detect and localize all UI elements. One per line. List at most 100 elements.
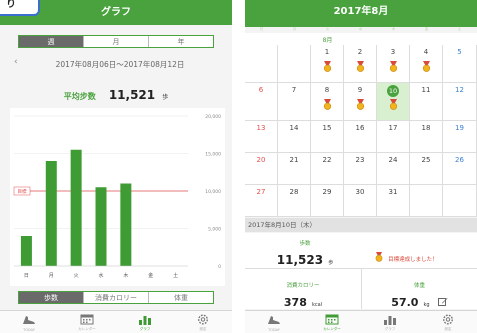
day-number: 29 bbox=[322, 188, 332, 196]
calendar-day-4[interactable]: 4 bbox=[410, 45, 443, 83]
calendar-grid: 1 2 3 4 5 6 7 8 9 10 11 12 13 14 15 16 17 18 19 20 21 22 23 24 2… bbox=[245, 45, 477, 217]
day-number: 22 bbox=[322, 156, 332, 164]
tabbar-settings[interactable]: 設定 bbox=[419, 311, 477, 333]
calendar-day-20[interactable]: 20 bbox=[245, 153, 278, 185]
steps-panel: 歩数 11,523 歩 目標達成しました！ bbox=[245, 233, 477, 269]
calendar-day-22[interactable]: 22 bbox=[311, 153, 344, 185]
date-range: 2017年08月06日～2017年08月12日 bbox=[55, 60, 185, 69]
calendar-day-18[interactable]: 18 bbox=[410, 121, 443, 153]
calendar-day-1[interactable]: 1 bbox=[311, 45, 344, 83]
day-number: 23 bbox=[355, 156, 365, 164]
calorie-reading: 378 kcal bbox=[245, 291, 361, 310]
x-tick-label: 金 bbox=[148, 272, 153, 279]
calendar-day-21[interactable]: 21 bbox=[278, 153, 311, 185]
calendar-day-6[interactable]: 6 bbox=[245, 83, 278, 121]
bar bbox=[70, 149, 82, 266]
tab-week[interactable]: 週 bbox=[19, 36, 83, 47]
weekday-sun: 日 bbox=[259, 27, 264, 31]
x-tick-label: 月 bbox=[49, 273, 54, 279]
calendar-empty-cell bbox=[443, 185, 477, 217]
tabbar-graph-label: グラフ bbox=[139, 327, 151, 331]
edit-icon[interactable] bbox=[437, 297, 448, 306]
day-number: 13 bbox=[256, 124, 266, 132]
tabbar-calendar[interactable]: カレンダー bbox=[58, 311, 116, 333]
tabbar-graph[interactable]: グラフ bbox=[116, 311, 174, 333]
weight-unit: kg bbox=[423, 302, 430, 308]
calendar-day-23[interactable]: 23 bbox=[344, 153, 377, 185]
calendar-day-25[interactable]: 25 bbox=[410, 153, 443, 185]
day-number: 1 bbox=[324, 48, 330, 56]
tabbar-settings-label: 設定 bbox=[444, 327, 452, 331]
calendar-icon bbox=[325, 314, 339, 325]
selected-day-marker: 10 bbox=[387, 85, 399, 97]
day-number: 24 bbox=[388, 156, 398, 164]
medal-icon bbox=[389, 61, 398, 72]
tabbar-calendar-label: カレンダー bbox=[323, 327, 341, 331]
tabbar-today[interactable]: TODAY bbox=[0, 311, 58, 333]
day-number: 25 bbox=[421, 156, 431, 164]
calendar-day-26[interactable]: 26 bbox=[443, 153, 477, 185]
calendar-day-3[interactable]: 3 bbox=[377, 45, 410, 83]
weight-value: 57.0 bbox=[391, 296, 419, 309]
bottom-tabbar-calendar: TODAY カレンダー グラフ 設定 bbox=[245, 310, 477, 333]
calendar-day-10[interactable]: 10 bbox=[377, 83, 410, 121]
calendar-day-12[interactable]: 12 bbox=[443, 83, 477, 121]
calendar-day-16[interactable]: 16 bbox=[344, 121, 377, 153]
calendar-day-31[interactable]: 31 bbox=[377, 185, 410, 217]
weight-panel: 体重 57.0 kg bbox=[362, 269, 477, 309]
prev-period-button[interactable]: ‹ bbox=[14, 57, 18, 67]
x-tick-label: 木 bbox=[123, 272, 128, 279]
calendar-day-29[interactable]: 29 bbox=[311, 185, 344, 217]
corner-badge: り bbox=[0, 0, 40, 16]
period-segmented-control: 週 月 年 bbox=[18, 35, 214, 48]
average-steps-label: 平均步数 bbox=[63, 92, 96, 101]
calendar-day-17[interactable]: 17 bbox=[377, 121, 410, 153]
calendar-icon bbox=[80, 314, 94, 325]
x-tick-label: 日 bbox=[24, 273, 29, 279]
average-steps-value: 11,521 bbox=[108, 88, 156, 102]
bar bbox=[20, 236, 32, 266]
selected-date-label: 2017年8月10日（木） bbox=[245, 218, 477, 232]
weekday-fri: 金 bbox=[424, 27, 429, 31]
calendar-day-19[interactable]: 19 bbox=[443, 121, 477, 153]
calendar-day-14[interactable]: 14 bbox=[278, 121, 311, 153]
day-number: 19 bbox=[455, 124, 464, 132]
tabbar-settings[interactable]: 設定 bbox=[174, 311, 232, 333]
tab-calories[interactable]: 消費カロリー bbox=[83, 292, 148, 303]
y-tick-label: 5,000 bbox=[208, 227, 221, 233]
tab-steps[interactable]: 歩数 bbox=[19, 292, 83, 303]
tab-year[interactable]: 年 bbox=[148, 36, 213, 47]
shoe-icon bbox=[23, 316, 35, 324]
calendar-day-7[interactable]: 7 bbox=[278, 83, 311, 121]
tabbar-today[interactable]: TODAY bbox=[245, 311, 303, 333]
medal-icon bbox=[356, 99, 365, 110]
day-number: 17 bbox=[388, 124, 398, 132]
calendar-day-11[interactable]: 11 bbox=[410, 83, 443, 121]
metric-segmented-control: 歩数 消費カロリー 体重 bbox=[18, 291, 214, 304]
tabbar-graph[interactable]: グラフ bbox=[361, 311, 419, 333]
average-steps: 平均步数 11,521 歩 bbox=[0, 84, 232, 103]
tab-month[interactable]: 月 bbox=[83, 36, 148, 47]
calendar-day-13[interactable]: 13 bbox=[245, 121, 278, 153]
calendar-day-9[interactable]: 9 bbox=[344, 83, 377, 121]
weekday-mon: 月 bbox=[292, 27, 297, 31]
calendar-day-15[interactable]: 15 bbox=[311, 121, 344, 153]
weekday-sat: 土 bbox=[457, 27, 462, 31]
calendar-day-2[interactable]: 2 bbox=[344, 45, 377, 83]
y-tick-label: 10,000 bbox=[205, 189, 221, 195]
tab-weight[interactable]: 体重 bbox=[148, 292, 213, 303]
bar bbox=[45, 161, 57, 266]
gear-icon bbox=[197, 314, 209, 325]
calendar-day-5[interactable]: 5 bbox=[443, 45, 477, 83]
calendar-day-27[interactable]: 27 bbox=[245, 185, 278, 217]
calendar-day-30[interactable]: 30 bbox=[344, 185, 377, 217]
y-tick-label: 15,000 bbox=[205, 152, 221, 158]
steps-unit: 歩 bbox=[328, 260, 334, 266]
graph-icon bbox=[139, 316, 151, 325]
day-number: 30 bbox=[355, 188, 365, 196]
tabbar-calendar[interactable]: カレンダー bbox=[303, 311, 361, 333]
calendar-day-8[interactable]: 8 bbox=[311, 83, 344, 121]
calendar-day-28[interactable]: 28 bbox=[278, 185, 311, 217]
calendar-day-24[interactable]: 24 bbox=[377, 153, 410, 185]
gear-icon bbox=[442, 314, 454, 325]
